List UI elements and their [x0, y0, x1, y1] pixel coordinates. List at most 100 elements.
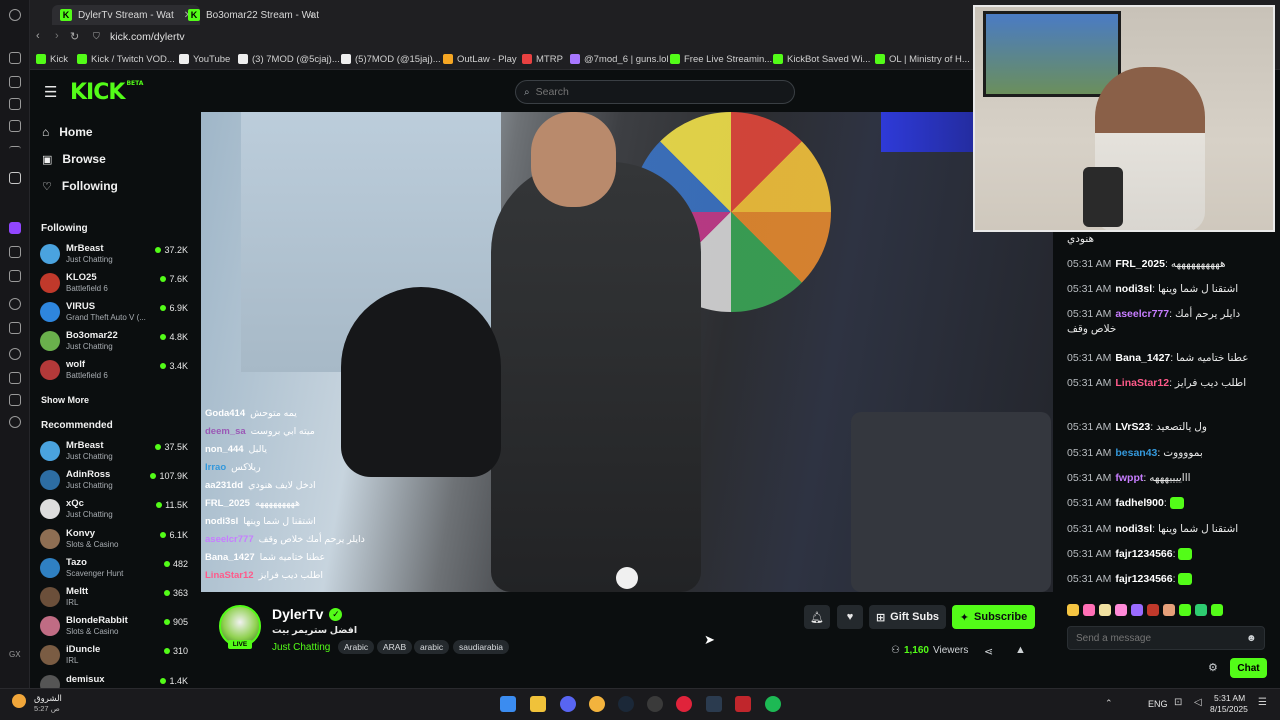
bookmark-x-7mod[interactable]: (3) 7MOD (@5cjaj)... [238, 52, 340, 66]
sidebar-app-icon[interactable] [9, 98, 21, 110]
chat-message-box[interactable]: ☻ [1067, 626, 1265, 650]
emote-icon[interactable] [1131, 604, 1143, 616]
opera-gx-icon[interactable] [676, 696, 692, 712]
site-info-icon[interactable]: ⛉ [93, 31, 100, 42]
following-channel-item[interactable]: VIRUS Grand Theft Auto V (... 6.9K [40, 300, 190, 326]
sidebar-app-icon[interactable] [9, 270, 21, 282]
search-input[interactable] [535, 86, 776, 98]
nav-home[interactable]: ⌂ Home [42, 125, 93, 139]
history-icon[interactable] [9, 348, 21, 360]
chat-send-button[interactable]: Chat [1230, 658, 1267, 678]
recommended-channel-item[interactable]: iDuncle IRL 310 [40, 643, 190, 669]
twitch-icon[interactable] [9, 222, 21, 234]
chat-username[interactable]: fwppt [1115, 472, 1143, 484]
browser-menu-icon[interactable] [9, 9, 21, 21]
forward-icon[interactable]: › [55, 30, 59, 42]
emote-icon[interactable] [1195, 604, 1207, 616]
bookmark-youtube[interactable]: YouTube [179, 52, 230, 66]
recommended-channel-item[interactable]: Konvy Slots & Casino 6.1K [40, 527, 190, 553]
chat-username[interactable]: Bana_1427 [1115, 352, 1170, 364]
file-explorer-icon[interactable] [530, 696, 546, 712]
app-icon[interactable] [706, 696, 722, 712]
search-bar[interactable]: ⌕ [515, 80, 795, 104]
sidebar-app-icon[interactable] [9, 120, 21, 132]
kick-app-icon[interactable] [9, 172, 21, 184]
bookmark-guns-lol[interactable]: @7mod_6 | guns.lol [570, 52, 668, 66]
emote-icon[interactable] [1211, 604, 1223, 616]
recommended-channel-item[interactable]: Meltt IRL 363 [40, 585, 190, 611]
extensions-icon[interactable] [9, 394, 21, 406]
stream-tag[interactable]: arabic [414, 640, 450, 654]
app-icon[interactable] [647, 696, 663, 712]
tray-expand-icon[interactable]: ⌃ [1105, 698, 1113, 709]
hamburger-menu-icon[interactable]: ☰ [44, 83, 57, 101]
gift-subs-button[interactable]: ⊞ Gift Subs [869, 605, 946, 629]
report-warning-icon[interactable]: ▲ [1015, 644, 1026, 656]
following-channel-item[interactable]: KLO25 Battlefield 6 7.6K [40, 271, 190, 297]
notification-icon[interactable]: ☰ [1258, 697, 1267, 708]
chat-username[interactable]: fadhel900 [1115, 497, 1163, 509]
chat-message-input[interactable] [1076, 632, 1246, 644]
chat-username[interactable]: nodi3sl [1115, 523, 1152, 535]
recommended-channel-item[interactable]: BlondeRabbit Slots & Casino 905 [40, 614, 190, 640]
stream-tag[interactable]: saudiarabia [453, 640, 509, 654]
video-player[interactable] [201, 112, 1053, 592]
weather-icon[interactable] [12, 694, 26, 708]
stream-tag[interactable]: ARAB [377, 640, 413, 654]
player-icon[interactable] [9, 298, 21, 310]
recommended-channel-item[interactable]: MrBeast Just Chatting 37.5K [40, 439, 190, 465]
emote-bar[interactable] [1067, 602, 1267, 618]
follow-heart-button[interactable]: ♥ [837, 605, 863, 629]
network-icon[interactable]: ⊡ [1174, 697, 1182, 708]
sidebar-app-icon[interactable] [9, 52, 21, 64]
back-icon[interactable]: ‹ [36, 30, 40, 42]
emote-icon[interactable] [1147, 604, 1159, 616]
subscribe-button[interactable]: ✦ Subscribe [952, 605, 1035, 629]
settings-gear-icon[interactable] [9, 416, 21, 428]
bookmark-kick[interactable]: Kick [36, 52, 68, 66]
emote-icon[interactable] [1067, 604, 1079, 616]
url-text[interactable]: kick.com/dylertv [110, 31, 185, 43]
emote-icon[interactable] [1115, 604, 1127, 616]
bookmark-free-live-streaming[interactable]: Free Live Streamin... [670, 52, 772, 66]
clock-time[interactable]: 5:31 AM [1214, 693, 1245, 703]
following-channel-item[interactable]: Bo3omar22 Just Chatting 4.8K [40, 329, 190, 355]
bookmark-ol-ministry[interactable]: OL | Ministry of H... [875, 52, 970, 66]
recommended-channel-item[interactable]: Tazo Scavenger Hunt 482 [40, 556, 190, 582]
chat-username[interactable]: besan43 [1115, 447, 1157, 459]
new-tab-icon[interactable]: + [309, 8, 316, 22]
app-icon[interactable] [589, 696, 605, 712]
stream-tag[interactable]: Arabic [338, 640, 375, 654]
windows-start-icon[interactable] [500, 696, 516, 712]
stream-category-link[interactable]: Just Chatting [272, 642, 330, 653]
volume-icon[interactable]: ◁ [1194, 697, 1202, 708]
chat-username[interactable]: nodi3sl [1115, 283, 1152, 295]
chat-username[interactable]: fajr1234566 [1115, 573, 1172, 585]
bookmark-mtrp[interactable]: MTRP [522, 52, 563, 66]
bookmark-kick-twitch-vod[interactable]: Kick / Twitch VOD... [77, 52, 175, 66]
show-more-link[interactable]: Show More [41, 395, 89, 405]
chat-username[interactable]: FRL_2025 [1115, 258, 1165, 270]
recommended-channel-item[interactable]: AdinRoss Just Chatting 107.9K [40, 468, 190, 494]
streamer-name[interactable]: DylerTv ✓ [272, 606, 343, 622]
kick-logo[interactable]: KICK BETA [70, 80, 143, 105]
bookmark-outlaw[interactable]: OutLaw - Play [443, 52, 517, 66]
share-icon[interactable]: ⋖ [984, 645, 993, 658]
nav-following[interactable]: ♡ Following [42, 179, 118, 193]
emote-icon[interactable] [1099, 604, 1111, 616]
gx-icon[interactable]: GX [9, 650, 21, 659]
reload-icon[interactable]: ↻ [70, 30, 79, 43]
bookmark-kickbot[interactable]: KickBot Saved Wi... [773, 52, 870, 66]
chat-username[interactable]: fajr1234566 [1115, 548, 1172, 560]
browser-tab-active[interactable]: K DylerTv Stream - Wat ✕ [52, 5, 201, 25]
notifications-bell-button[interactable]: 🔔︎ [804, 605, 830, 629]
emoji-icon[interactable]: ☻ [1246, 633, 1257, 644]
bookmark-tiktok-7mod[interactable]: (5)7MOD (@15jaj)... [341, 52, 441, 66]
nav-browse[interactable]: ▣ Browse [42, 152, 106, 166]
sidebar-app-icon[interactable] [9, 76, 21, 88]
chat-username[interactable]: aseelcr777 [1115, 308, 1169, 320]
steam-icon[interactable] [618, 696, 634, 712]
discord-icon[interactable] [560, 696, 576, 712]
emote-icon[interactable] [1163, 604, 1175, 616]
browser-tab[interactable]: K Bo3omar22 Stream - Wat [180, 5, 327, 25]
